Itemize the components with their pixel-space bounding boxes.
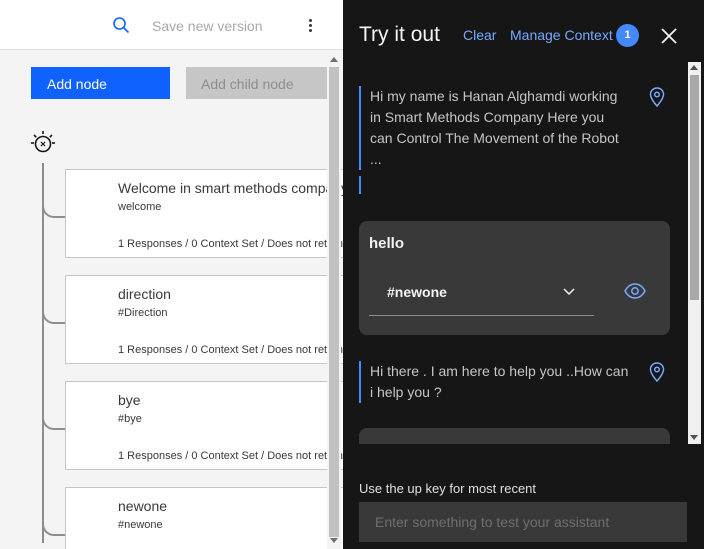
user-message-card: hello #newone <box>359 221 670 335</box>
intent-dropdown[interactable]: #newone <box>369 275 594 316</box>
tree-scrollbar[interactable] <box>327 55 341 549</box>
location-pin-icon[interactable] <box>649 362 665 382</box>
scroll-up-arrow-icon[interactable] <box>330 57 338 62</box>
tree-branch <box>42 294 66 324</box>
node-condition: welcome <box>118 201 162 213</box>
dialog-node[interactable]: newone #newone <box>65 487 343 549</box>
eye-icon[interactable] <box>624 282 646 300</box>
scroll-thumb[interactable] <box>690 75 699 300</box>
user-message: hello <box>369 235 405 252</box>
editor-topbar: Save new version <box>0 0 343 50</box>
close-icon[interactable] <box>658 25 680 47</box>
node-condition: #bye <box>118 413 142 425</box>
node-summary: 1 Responses / 0 Context Set / Does not r… <box>118 344 343 356</box>
manage-context-link[interactable]: Manage Context <box>510 27 613 43</box>
chevron-down-icon <box>563 288 575 296</box>
tree-branch <box>42 188 66 218</box>
scroll-up-arrow-icon[interactable] <box>690 65 698 70</box>
scroll-thumb[interactable] <box>329 67 339 537</box>
dialog-node[interactable]: bye #bye 1 Responses / 0 Context Set / D… <box>65 381 343 470</box>
intent-selected-value: #newone <box>387 284 447 300</box>
watson-assistant-icon <box>31 131 55 153</box>
clear-link[interactable]: Clear <box>463 27 496 43</box>
test-message-input[interactable] <box>359 502 687 542</box>
dialog-node[interactable]: Welcome in smart methods company welcome… <box>65 169 343 258</box>
node-condition: #newone <box>118 519 163 531</box>
dialog-editor-panel: Save new version Add node Add child node… <box>0 0 343 549</box>
add-node-button[interactable]: Add node <box>31 67 170 99</box>
assistant-message: Hi my name is Hanan Alghamdi working in … <box>359 86 629 170</box>
try-it-out-panel: Try it out Clear Manage Context 1 Hi my … <box>343 0 704 549</box>
dialog-node[interactable]: direction #Direction 1 Responses / 0 Con… <box>65 275 343 364</box>
chat-scrollbar[interactable] <box>688 62 701 444</box>
typing-indicator <box>359 176 361 194</box>
context-count-badge: 1 <box>616 24 639 47</box>
node-title: newone <box>118 498 168 514</box>
user-message-card <box>359 428 670 444</box>
tree-connector <box>42 163 44 543</box>
add-child-node-button[interactable]: Add child node <box>186 67 336 99</box>
chat-transcript: Hi my name is Hanan Alghamdi working in … <box>343 62 688 444</box>
node-summary: 1 Responses / 0 Context Set / Does not r… <box>118 450 343 462</box>
node-title: direction <box>118 286 171 302</box>
node-title: Welcome in smart methods company <box>118 180 343 196</box>
input-hint: Use the up key for most recent <box>359 481 537 496</box>
search-icon[interactable] <box>112 16 130 34</box>
scroll-down-arrow-icon[interactable] <box>690 435 698 440</box>
overflow-menu-icon[interactable] <box>300 14 320 36</box>
assistant-message: Hi there . I am here to help you ..How c… <box>359 361 629 403</box>
tree-branch <box>42 400 66 430</box>
scroll-down-arrow-icon[interactable] <box>330 538 338 543</box>
tree-branch <box>42 506 66 536</box>
save-new-version-button[interactable]: Save new version <box>152 18 263 34</box>
node-summary: 1 Responses / 0 Context Set / Does not r… <box>118 238 343 250</box>
panel-title: Try it out <box>359 23 440 46</box>
node-condition: #Direction <box>118 307 168 319</box>
node-title: bye <box>118 392 141 408</box>
location-pin-icon[interactable] <box>649 87 665 107</box>
